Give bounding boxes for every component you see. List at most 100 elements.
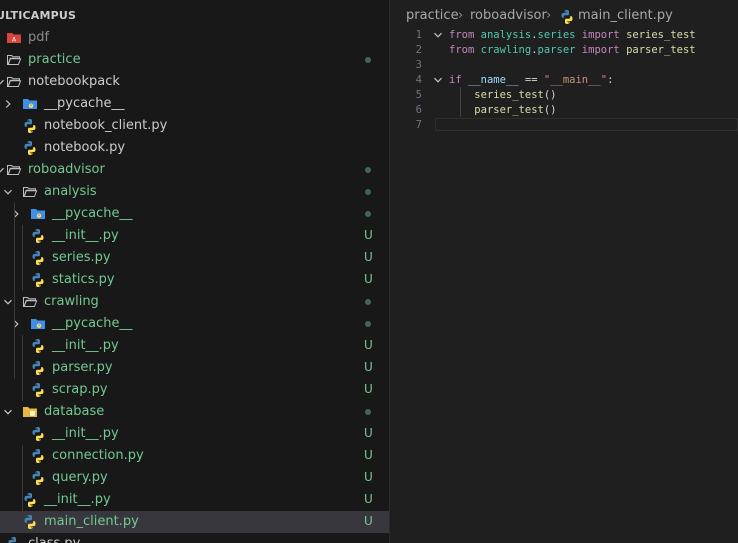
tree-item[interactable]: crawling [0, 291, 389, 313]
tree-item-label: __init__.py [52, 426, 119, 441]
tree-item[interactable]: database [0, 401, 389, 423]
code-line[interactable]: 6 parser_test() [390, 103, 738, 118]
python-file-icon [30, 338, 46, 354]
tree-item-label: notebook.py [44, 140, 126, 155]
tree-item[interactable]: practice [0, 49, 389, 71]
line-number: 1 [415, 29, 422, 41]
tree-item[interactable]: __init__.py U [0, 423, 389, 445]
tree-item-label: __pycache__ [52, 316, 133, 331]
git-modified-dot-icon [365, 57, 371, 63]
tree-item-label: analysis [44, 184, 97, 199]
code-text: series_test() [449, 88, 557, 103]
git-untracked-badge: U [364, 492, 373, 506]
code-token: from [449, 29, 475, 41]
tree-item[interactable]: notebook_client.py [0, 115, 389, 137]
code-token: analysis [480, 29, 532, 41]
tree-item[interactable]: analysis [0, 181, 389, 203]
tree-item[interactable]: __init__.py U [0, 489, 389, 511]
code-token: __name__ [467, 74, 519, 86]
code-text: parser_test() [449, 103, 556, 118]
tree-item-label: roboadvisor [28, 162, 105, 177]
tree-item[interactable]: scrap.py U [0, 379, 389, 401]
chevron-down-icon[interactable] [2, 186, 14, 198]
tree-item-label: crawling [44, 294, 99, 309]
tree-item[interactable]: __pycache__ [0, 93, 389, 115]
tree-item-label: practice [28, 52, 81, 67]
chevron-right-icon[interactable] [10, 208, 22, 220]
tree-indent-guide [22, 445, 23, 511]
code-text: if __name__ == "__main__": [449, 73, 613, 88]
tree-item-label: notebookpack [28, 74, 120, 89]
tree-item[interactable]: Apdf [0, 27, 389, 49]
code-line[interactable]: 1 from analysis.series import series_test [390, 28, 738, 43]
code-line[interactable]: 5 series_test() [390, 88, 738, 103]
tree-item-label: statics.py [52, 272, 115, 287]
tree-item[interactable]: statics.py U [0, 269, 389, 291]
code-line[interactable]: 4 if __name__ == "__main__": [390, 73, 738, 88]
code-token: parser_test [626, 44, 696, 56]
code-token: series [537, 29, 576, 41]
git-untracked-badge: U [364, 426, 373, 440]
python-file-icon [22, 492, 38, 508]
tree-item-label: database [44, 404, 105, 419]
chevron-down-icon[interactable] [2, 296, 14, 308]
code-token: crawling [480, 44, 532, 56]
git-modified-dot-icon [365, 167, 371, 173]
python-file-icon [22, 140, 38, 156]
tree-item[interactable]: class.py [0, 533, 389, 543]
tree-item[interactable]: __init__.py U [0, 335, 389, 357]
tree-item-label: __init__.py [52, 338, 119, 353]
breadcrumb-item-practice[interactable]: practice [406, 8, 459, 23]
git-untracked-badge: U [364, 360, 373, 374]
breadcrumb-separator-icon: › [458, 8, 464, 23]
code-line[interactable]: 2 from crawling.parser import parser_test [390, 43, 738, 58]
tree-item[interactable]: connection.py U [0, 445, 389, 467]
tree-item[interactable]: notebook.py [0, 137, 389, 159]
code-token: if [449, 74, 462, 86]
tree-item[interactable]: __pycache__ [0, 203, 389, 225]
code-line[interactable]: 3 [390, 58, 738, 73]
tree-item[interactable]: series.py U [0, 247, 389, 269]
breadcrumb-item-main-client[interactable]: main_client.py [578, 8, 673, 23]
tree-item[interactable]: notebookpack [0, 71, 389, 93]
tree-item-label: series.py [52, 250, 111, 265]
git-untracked-badge: U [364, 514, 373, 528]
tree-item[interactable]: __pycache__ [0, 313, 389, 335]
python-file-icon [559, 9, 575, 29]
tree-item[interactable]: __init__.py U [0, 225, 389, 247]
chevron-right-icon[interactable] [2, 98, 14, 110]
code-token: () [543, 89, 557, 101]
python-file-icon [30, 470, 46, 486]
chevron-down-icon[interactable] [2, 406, 14, 418]
folder-open-icon [22, 184, 38, 200]
python-file-icon [22, 118, 38, 134]
git-modified-dot-icon [365, 189, 371, 195]
code-token: "__main__" [543, 74, 608, 86]
fold-chevron-down-icon[interactable] [432, 74, 444, 86]
chevron-right-icon[interactable] [10, 318, 22, 330]
python-file-icon [30, 382, 46, 398]
code-line[interactable]: 7 [390, 118, 738, 133]
breadcrumb-item-roboadvisor[interactable]: roboadvisor [470, 8, 547, 23]
python-file-icon [30, 228, 46, 244]
tree-indent-guide [22, 225, 23, 291]
code-token: import [581, 44, 620, 56]
tree-item-label: __init__.py [44, 492, 111, 507]
code-token: : [607, 74, 614, 86]
explorer-sidebar: ULTICAMPUS Apdf practice notebookpack __pyc… [0, 0, 390, 543]
tree-item-label: __pycache__ [44, 96, 125, 111]
tree-item[interactable]: main_client.py U [0, 511, 389, 533]
python-cache-folder-icon [30, 316, 46, 332]
tree-item-label: connection.py [52, 448, 144, 463]
folder-open-icon [6, 162, 22, 178]
code-text: from crawling.parser import parser_test [449, 43, 696, 58]
python-file-icon [6, 536, 22, 543]
python-file-icon [30, 272, 46, 288]
database-folder-icon [22, 404, 38, 420]
tree-item[interactable]: query.py U [0, 467, 389, 489]
code-text: from analysis.series import series_test [449, 28, 696, 43]
tree-item[interactable]: roboadvisor [0, 159, 389, 181]
tree-item[interactable]: parser.py U [0, 357, 389, 379]
fold-chevron-down-icon[interactable] [432, 29, 444, 41]
